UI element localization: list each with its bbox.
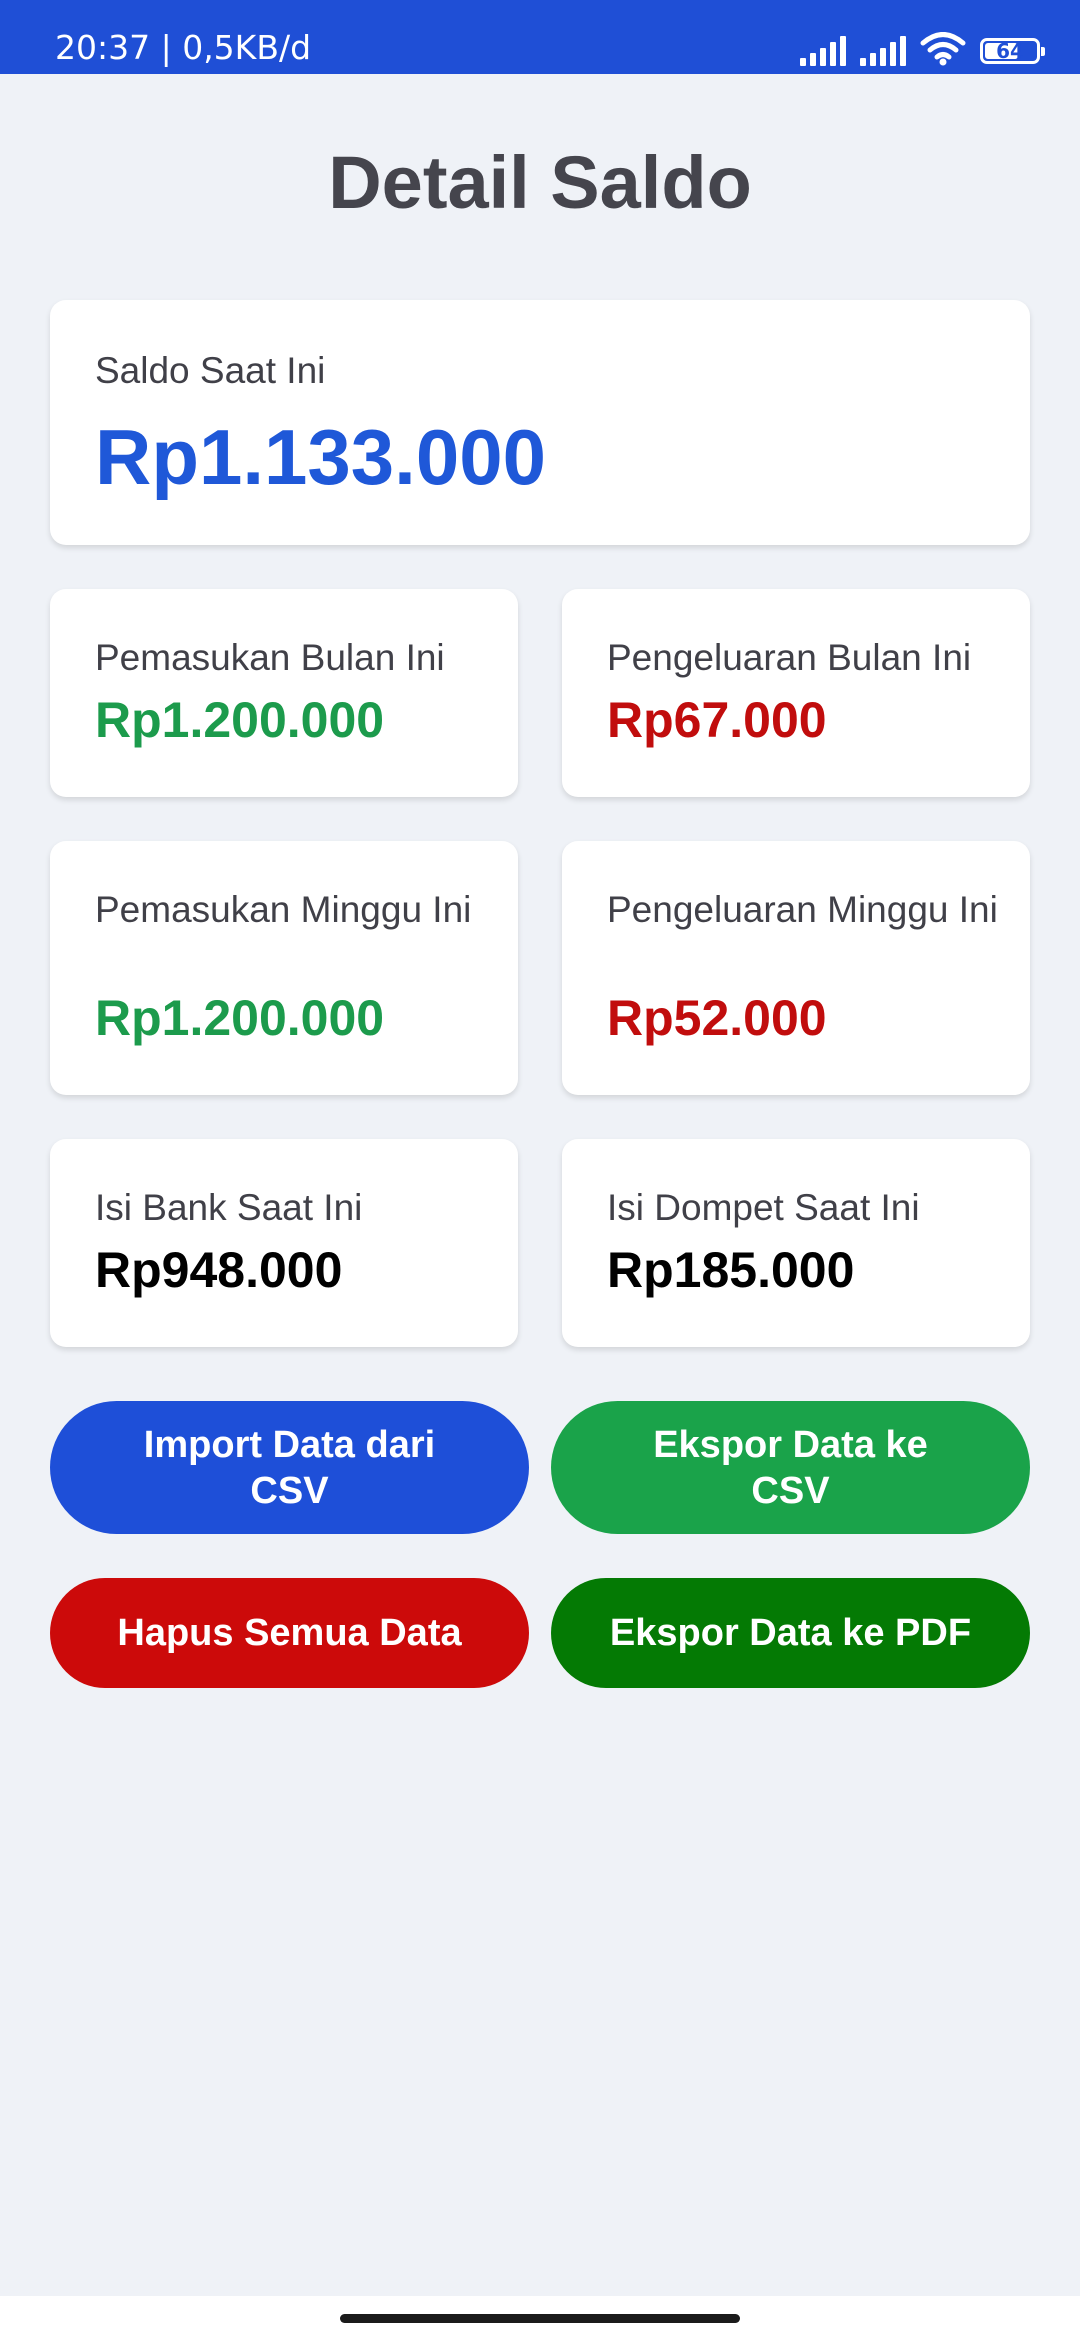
battery-level: 64 (996, 39, 1024, 63)
bank-card: Isi Bank Saat Ini Rp948.000 (50, 1139, 518, 1347)
delete-all-button[interactable]: Hapus Semua Data (50, 1578, 529, 1688)
signal-icon (860, 36, 906, 66)
income-month-card: Pemasukan Bulan Ini Rp1.200.000 (50, 589, 518, 797)
battery-icon: 64 (980, 38, 1045, 64)
expense-week-card: Pengeluaran Minggu Ini Rp52.000 (562, 841, 1030, 1095)
balance-value: Rp1.133.000 (95, 413, 546, 501)
expense-week-value: Rp52.000 (607, 990, 827, 1046)
wallet-value: Rp185.000 (607, 1242, 855, 1298)
expense-month-value: Rp67.000 (607, 692, 827, 748)
export-pdf-button[interactable]: Ekspor Data ke PDF (551, 1578, 1030, 1688)
page-title: Detail Saldo (328, 141, 752, 224)
status-time-network: 20:37 | 0,5KB/d (55, 28, 312, 67)
home-indicator[interactable] (340, 2314, 740, 2323)
income-week-label: Pemasukan Minggu Ini (95, 889, 472, 930)
expense-week-label: Pengeluaran Minggu Ini (607, 889, 998, 930)
income-month-label: Pemasukan Bulan Ini (95, 637, 445, 678)
status-icons: 64 (800, 28, 1045, 66)
wallet-label: Isi Dompet Saat Ini (607, 1187, 920, 1228)
balance-label: Saldo Saat Ini (95, 350, 326, 391)
status-bar: 20:37 | 0,5KB/d 64 (0, 0, 1080, 74)
bank-label: Isi Bank Saat Ini (95, 1187, 363, 1228)
income-week-card: Pemasukan Minggu Ini Rp1.200.000 (50, 841, 518, 1095)
signal-icon (800, 36, 846, 66)
income-month-value: Rp1.200.000 (95, 692, 385, 748)
balance-card: Saldo Saat Ini Rp1.133.000 (50, 300, 1030, 545)
bank-value: Rp948.000 (95, 1242, 343, 1298)
wallet-card: Isi Dompet Saat Ini Rp185.000 (562, 1139, 1030, 1347)
import-csv-button[interactable]: Import Data dari CSV (50, 1401, 529, 1534)
wifi-icon (920, 32, 966, 66)
income-week-value: Rp1.200.000 (95, 990, 385, 1046)
expense-month-card: Pengeluaran Bulan Ini Rp67.000 (562, 589, 1030, 797)
export-csv-button[interactable]: Ekspor Data ke CSV (551, 1401, 1030, 1534)
expense-month-label: Pengeluaran Bulan Ini (607, 637, 972, 678)
